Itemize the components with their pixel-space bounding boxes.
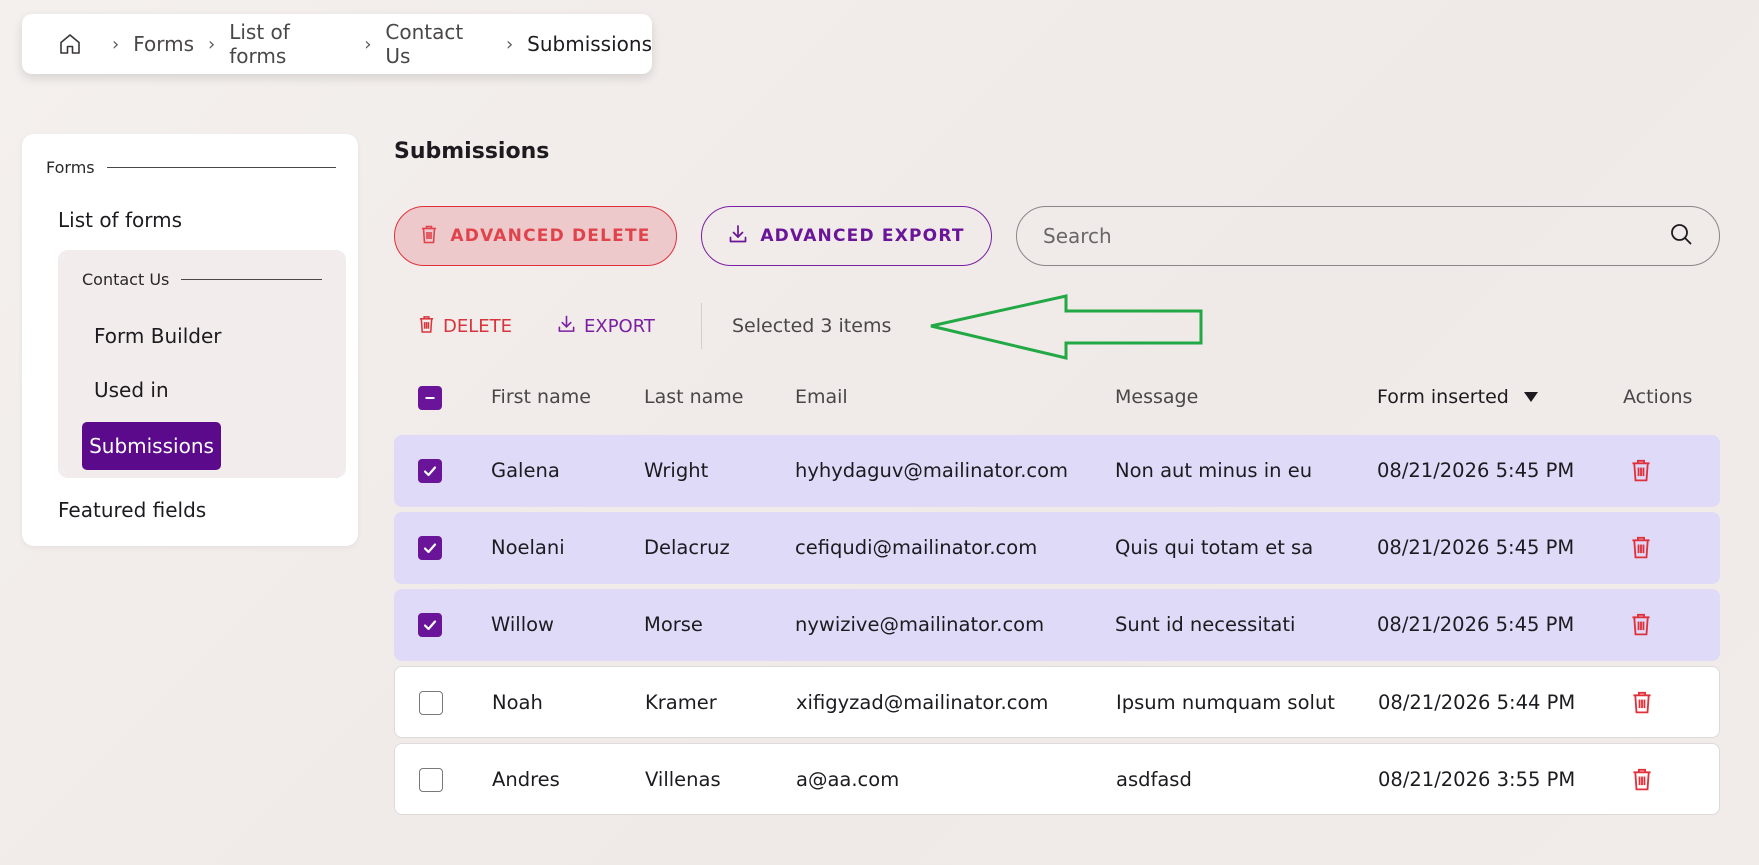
divider [181,279,322,280]
cell-form-inserted: 08/21/2026 3:55 PM [1378,768,1576,791]
sidebar-item-form-builder[interactable]: Form Builder [94,324,221,348]
sidebar-subsection-header: Contact Us [82,270,322,289]
search-input[interactable] [1043,224,1669,248]
table-row[interactable]: Noah Kramer xifigyzad@mailinator.com Ips… [394,666,1720,738]
cell-last-name: Kramer [645,691,717,714]
table-row[interactable]: Willow Morse nywizive@mailinator.com Sun… [394,589,1720,661]
advanced-delete-label: ADVANCED DELETE [450,226,651,246]
bulk-delete-button[interactable]: DELETE [418,314,512,339]
sidebar-item-submissions[interactable]: Submissions [82,422,221,470]
row-checkbox[interactable] [418,536,442,560]
column-header-message[interactable]: Message [1115,386,1198,408]
sidebar-subsection-label: Contact Us [82,270,170,289]
breadcrumb-list-of-forms[interactable]: List of forms [229,20,350,68]
cell-form-inserted: 08/21/2026 5:45 PM [1377,536,1575,559]
cell-form-inserted: 08/21/2026 5:45 PM [1377,459,1575,482]
divider [701,303,702,349]
search-icon[interactable] [1669,222,1693,250]
delete-row-icon[interactable] [1631,766,1653,797]
cell-form-inserted: 08/21/2026 5:45 PM [1377,613,1575,636]
delete-row-icon[interactable] [1631,689,1653,720]
cell-last-name: Morse [644,613,703,636]
chevron-right-icon: › [112,33,120,55]
divider [106,167,336,168]
delete-row-icon[interactable] [1630,457,1652,488]
bulk-export-label: EXPORT [584,316,655,337]
sidebar-item-featured-fields[interactable]: Featured fields [58,498,206,522]
row-checkbox[interactable] [419,691,443,715]
cell-email: xifigyzad@mailinator.com [796,691,1049,714]
cell-email: cefiqudi@mailinator.com [795,536,1038,559]
cell-message: Sunt id necessitati [1115,613,1296,636]
table-row[interactable]: Noelani Delacruz cefiqudi@mailinator.com… [394,512,1720,584]
check-icon [423,466,437,477]
table-row[interactable]: Andres Villenas a@aa.com asdfasd 08/21/2… [394,743,1720,815]
column-header-email[interactable]: Email [795,386,848,408]
row-checkbox[interactable] [418,613,442,637]
cell-form-inserted: 08/21/2026 5:44 PM [1378,691,1576,714]
sort-descending-icon [1523,392,1538,402]
row-checkbox[interactable] [419,768,443,792]
column-header-form-inserted-label: Form inserted [1377,386,1509,408]
column-header-first-name[interactable]: First name [491,386,591,408]
sidebar-subsection: Contact Us Form Builder Used in Submissi… [58,250,346,478]
column-header-actions: Actions [1623,386,1693,408]
advanced-delete-button[interactable]: ADVANCED DELETE [394,206,677,266]
cell-last-name: Delacruz [644,536,730,559]
home-icon[interactable] [58,32,82,56]
check-icon [423,620,437,631]
table-row[interactable]: Galena Wright hyhydaguv@mailinator.com N… [394,435,1720,507]
column-header-form-inserted[interactable]: Form inserted [1377,386,1539,408]
column-header-last-name[interactable]: Last name [644,386,744,408]
advanced-export-button[interactable]: ADVANCED EXPORT [701,206,992,266]
cell-first-name: Andres [492,768,560,791]
cell-message: asdfasd [1116,768,1192,791]
trash-icon [420,224,438,249]
select-all-checkbox[interactable] [418,386,442,410]
chevron-right-icon: › [364,33,372,55]
chevron-right-icon: › [208,33,216,55]
advanced-export-label: ADVANCED EXPORT [760,226,965,246]
trash-icon [418,314,435,339]
sidebar-item-list-of-forms[interactable]: List of forms [58,208,182,232]
cell-first-name: Galena [491,459,560,482]
cell-message: Quis qui totam et sa [1115,536,1314,559]
row-checkbox[interactable] [418,459,442,483]
cell-first-name: Noelani [491,536,565,559]
chevron-right-icon: › [505,33,514,55]
sidebar-item-used-in[interactable]: Used in [94,378,169,402]
delete-row-icon[interactable] [1630,611,1652,642]
delete-row-icon[interactable] [1630,534,1652,565]
download-icon [728,224,748,249]
bulk-export-button[interactable]: EXPORT [557,314,655,339]
search-bar [1016,206,1720,266]
breadcrumb: › Forms › List of forms › Contact Us › S… [22,14,652,74]
breadcrumb-contact-us[interactable]: Contact Us [385,20,492,68]
sidebar: Forms List of forms Contact Us Form Buil… [22,134,358,546]
bulk-delete-label: DELETE [443,316,513,337]
annotation-arrow-icon [930,294,1203,360]
cell-last-name: Villenas [645,768,721,791]
sidebar-section-header: Forms [46,158,336,177]
cell-email: nywizive@mailinator.com [795,613,1045,636]
table-header: First name Last name Email Message Form … [394,380,1720,416]
cell-email: hyhydaguv@mailinator.com [795,459,1069,482]
page-title: Submissions [394,139,550,164]
sidebar-section-label: Forms [46,158,95,177]
cell-message: Ipsum numquam solut [1116,691,1335,714]
cell-last-name: Wright [644,459,709,482]
download-icon [557,314,576,339]
check-icon [423,543,437,554]
breadcrumb-forms[interactable]: Forms [133,32,194,56]
cell-email: a@aa.com [796,768,900,791]
selected-count-text: Selected 3 items [732,315,892,337]
cell-message: Non aut minus in eu [1115,459,1313,482]
cell-first-name: Willow [491,613,554,636]
minus-icon [425,397,435,399]
cell-first-name: Noah [492,691,543,714]
breadcrumb-submissions: Submissions [527,32,652,56]
